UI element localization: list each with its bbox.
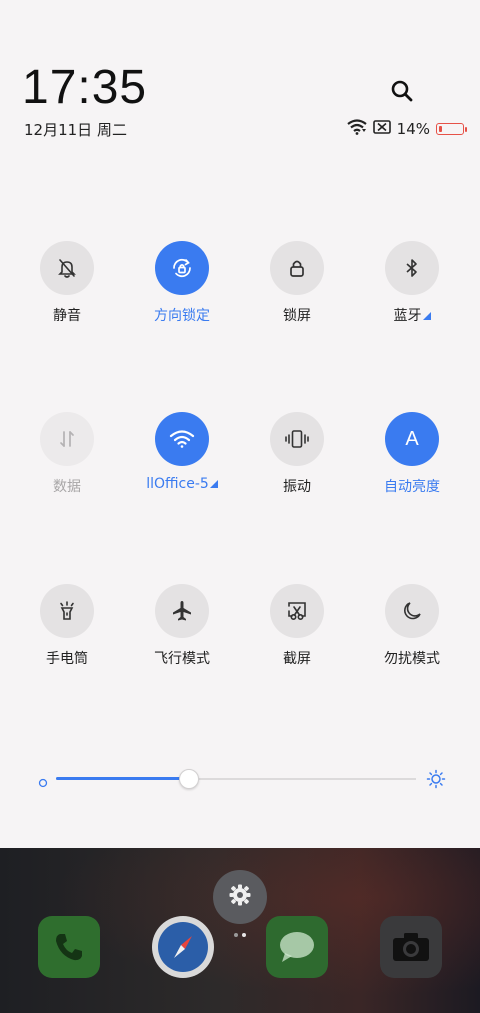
page-indicator: [234, 933, 246, 937]
quick-tile-lock[interactable]: 锁屏: [242, 241, 352, 325]
quick-tile-label: 截屏: [283, 651, 311, 667]
flashlight-toggle-button[interactable]: [40, 584, 94, 638]
quick-tile-rotation-lock[interactable]: 方向锁定: [127, 241, 237, 325]
quick-tile-label: llOffice-5: [146, 476, 209, 492]
quick-tile-label: 蓝牙: [393, 308, 422, 324]
wifi-icon: [169, 428, 195, 450]
settings-button[interactable]: [213, 870, 267, 924]
lock-icon: [286, 257, 308, 279]
battery-icon: [436, 123, 467, 135]
quick-tile-flashlight[interactable]: 手电筒: [12, 584, 122, 668]
quick-tile-bluetooth[interactable]: 蓝牙: [357, 241, 467, 325]
quick-tile-mobile-data[interactable]: 数据: [12, 412, 122, 496]
bluetooth-toggle-button[interactable]: [385, 241, 439, 295]
date-label: 12月11日 周二: [24, 121, 127, 139]
airplane-icon: [170, 599, 194, 623]
bluetooth-icon: [401, 257, 423, 279]
status-bar: 14%: [346, 119, 467, 139]
quick-tile-label: 方向锁定: [154, 308, 210, 324]
quick-tile-auto-brightness[interactable]: A 自动亮度: [357, 412, 467, 496]
battery-percent: 14%: [396, 120, 430, 138]
quick-tile-label: 数据: [53, 479, 81, 495]
moon-toggle-button[interactable]: [385, 584, 439, 638]
bell-off-toggle-button[interactable]: [40, 241, 94, 295]
auto-brightness-toggle-button[interactable]: A: [385, 412, 439, 466]
brightness-thumb[interactable]: [179, 769, 200, 789]
quick-tile-label: 静音: [53, 308, 81, 324]
quick-tile-airplane[interactable]: 飞行模式: [127, 584, 237, 668]
quick-tile-wifi[interactable]: llOffice-5: [127, 412, 237, 492]
screenshot-toggle-button[interactable]: [270, 584, 324, 638]
quick-tile-label: 勿扰模式: [384, 651, 440, 667]
moon-icon: [401, 600, 423, 622]
brightness-slider[interactable]: [38, 764, 446, 794]
flashlight-icon: [56, 600, 78, 622]
brightness-progress: [56, 777, 190, 780]
brightness-low-icon: [38, 773, 48, 792]
messages-app-icon[interactable]: [266, 916, 328, 978]
auto-brightness-icon: A: [405, 427, 419, 450]
vibrate-icon: [284, 428, 310, 450]
quick-tile-label: 自动亮度: [384, 479, 440, 495]
no-sim-icon: [372, 120, 391, 138]
mobile-data-icon: [56, 428, 78, 450]
quick-tile-label: 飞行模式: [154, 651, 210, 667]
expand-indicator-icon[interactable]: [209, 480, 218, 488]
camera-app-icon[interactable]: [380, 916, 442, 978]
rotation-lock-icon: [169, 255, 195, 281]
quick-tile-bell-off[interactable]: 静音: [12, 241, 122, 325]
quick-tile-vibrate[interactable]: 振动: [242, 412, 352, 496]
quick-tile-label: 振动: [283, 479, 311, 495]
mobile-data-toggle-button[interactable]: [40, 412, 94, 466]
brightness-high-icon: [426, 769, 446, 793]
quick-tile-label: 手电筒: [46, 651, 88, 667]
quick-tile-moon[interactable]: 勿扰模式: [357, 584, 467, 668]
expand-indicator-icon[interactable]: [422, 312, 431, 320]
quick-tile-screenshot[interactable]: 截屏: [242, 584, 352, 668]
gear-icon: [229, 884, 251, 910]
vibrate-toggle-button[interactable]: [270, 412, 324, 466]
search-icon[interactable]: [389, 78, 415, 104]
wifi-toggle-button[interactable]: [155, 412, 209, 466]
lock-toggle-button[interactable]: [270, 241, 324, 295]
notification-shade: 17:35 12月11日 周二 14% 静音 方向锁定 锁屏 蓝牙数据 llOffice…: [0, 0, 480, 848]
page-dot: [234, 933, 238, 937]
clock: 17:35: [22, 61, 148, 114]
page-dot: [242, 933, 246, 937]
wifi-status-icon: [346, 119, 367, 139]
phone-app-icon[interactable]: [38, 916, 100, 978]
airplane-toggle-button[interactable]: [155, 584, 209, 638]
screenshot-icon: [285, 599, 309, 623]
browser-app-icon[interactable]: [152, 916, 214, 978]
quick-tile-label: 锁屏: [283, 308, 311, 324]
rotation-lock-toggle-button[interactable]: [155, 241, 209, 295]
bell-off-icon: [56, 257, 78, 279]
